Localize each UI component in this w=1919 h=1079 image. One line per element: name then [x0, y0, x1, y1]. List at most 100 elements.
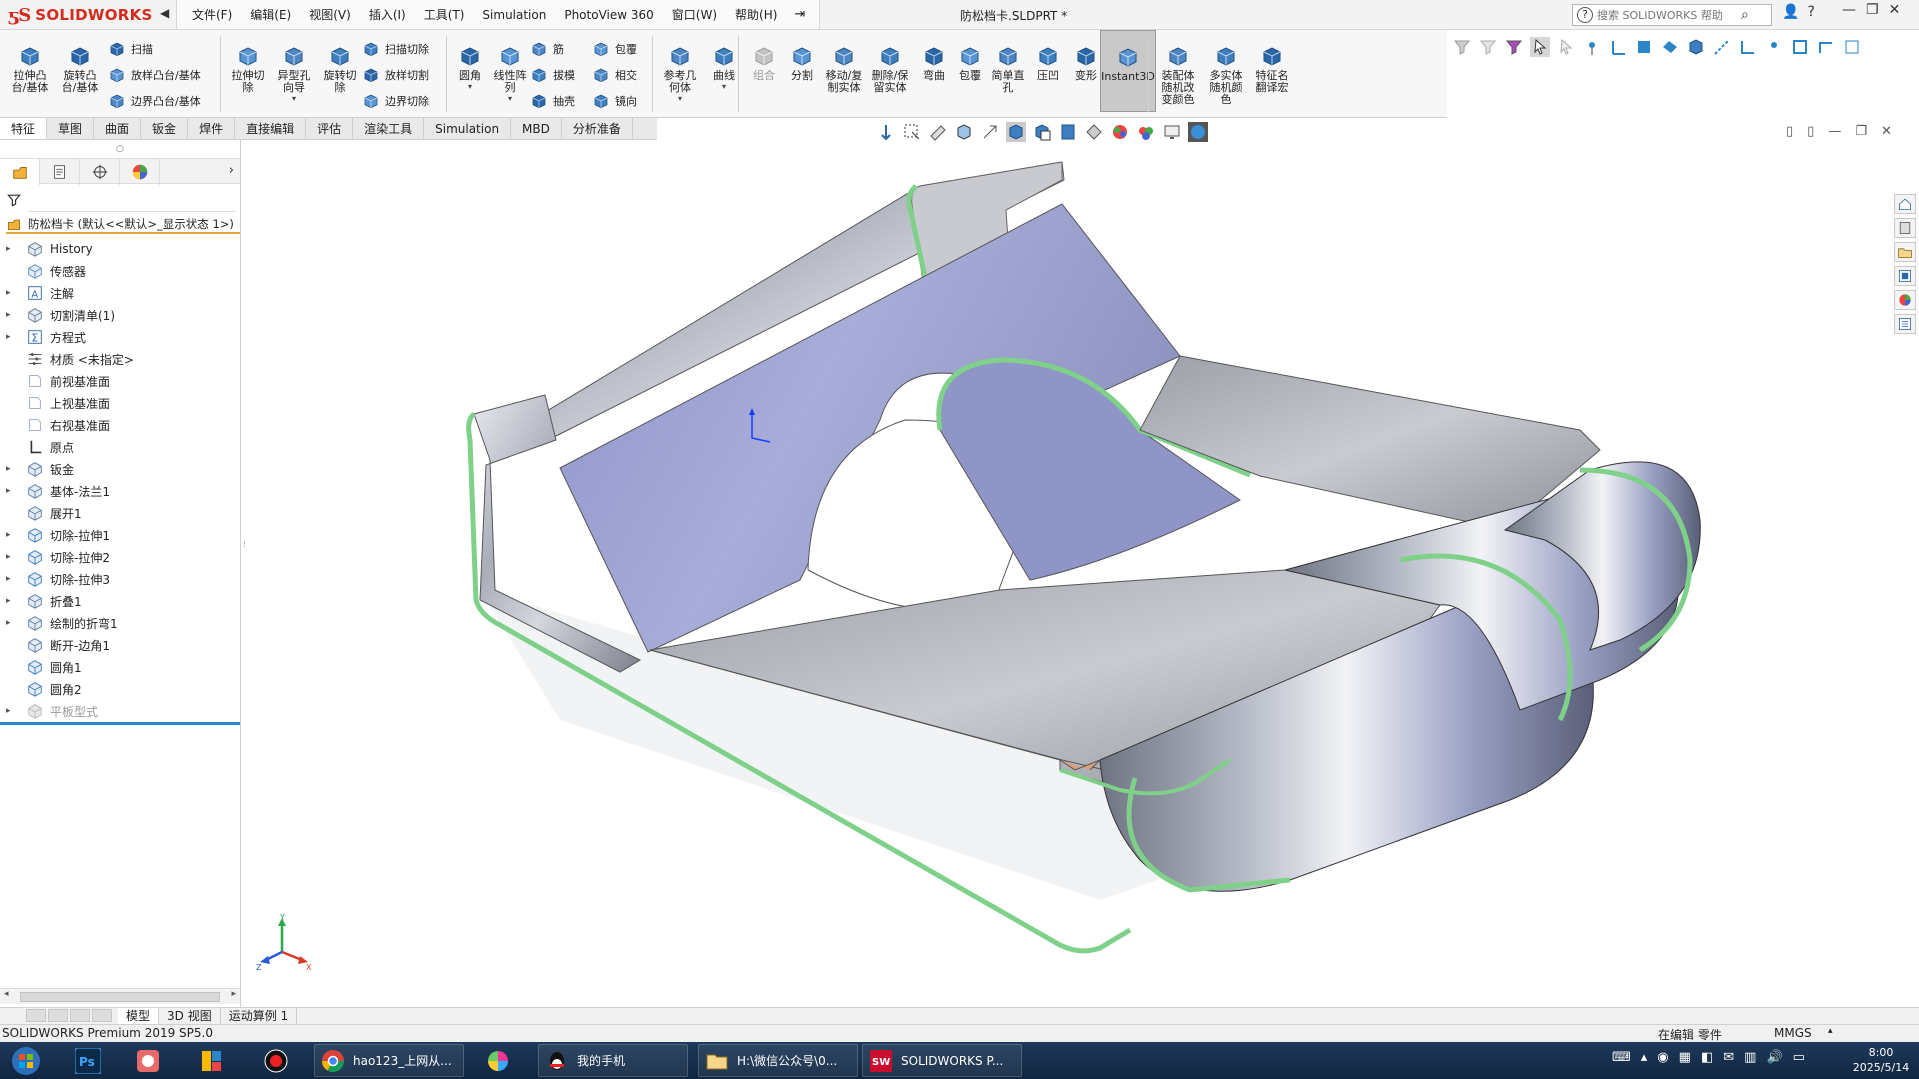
- wechat-icon[interactable]: ✉: [1723, 1050, 1734, 1065]
- tab-configuration-manager[interactable]: [80, 159, 120, 185]
- axis-icon[interactable]: [1608, 37, 1628, 57]
- feature-name-macro-button[interactable]: 特征名 翻译宏: [1250, 30, 1294, 112]
- tab-2[interactable]: 曲面: [94, 118, 142, 139]
- tab-4[interactable]: 焊件: [188, 118, 236, 139]
- delete-keep-body-button[interactable]: 删除/保 留实体: [868, 30, 912, 112]
- extruded-boss-button[interactable]: 拉伸凸 台/基体: [8, 30, 52, 112]
- dropdown-arrow-icon[interactable]: ▾: [678, 94, 682, 103]
- tab-10[interactable]: 分析准备: [562, 118, 633, 139]
- units-selector[interactable]: MMGS: [1774, 1026, 1812, 1040]
- dropdown-arrow-icon[interactable]: ▾: [292, 94, 296, 103]
- tab-3[interactable]: 钣金: [141, 118, 189, 139]
- tab-property-manager[interactable]: [40, 159, 80, 185]
- filter-tree-icon[interactable]: [6, 192, 22, 212]
- tree-node[interactable]: 圆角2: [0, 678, 240, 700]
- multibody-random-color-button[interactable]: 多实体 随机颜 色: [1204, 30, 1248, 112]
- point-icon[interactable]: [1764, 37, 1784, 57]
- tree-node[interactable]: 圆角1: [0, 656, 240, 678]
- zoom-area-icon[interactable]: [902, 122, 922, 142]
- part-model[interactable]: [466, 161, 1701, 954]
- expand-arrow-icon[interactable]: ▸: [6, 464, 16, 474]
- curves-button[interactable]: 曲线 ▾: [702, 30, 746, 112]
- cube-view-icon[interactable]: [1686, 37, 1706, 57]
- units-arrow-icon[interactable]: ▴: [1828, 1026, 1833, 1036]
- taskbar-item[interactable]: H:\微信公众号\0...: [698, 1044, 858, 1077]
- pinwheel-app-icon[interactable]: [476, 1045, 520, 1076]
- tray-expand-icon[interactable]: ▴: [1641, 1050, 1648, 1065]
- filter-faces-icon[interactable]: [1478, 37, 1498, 57]
- rib-button[interactable]: 筋: [530, 38, 564, 60]
- split-button[interactable]: 分割: [780, 30, 824, 112]
- menu-3[interactable]: 插入(I): [360, 0, 415, 30]
- edit-appearance-icon[interactable]: [1084, 122, 1104, 142]
- revolved-cut-button[interactable]: 旋转切 除: [318, 30, 362, 112]
- move-copy-body-button[interactable]: 移动/复 制实体: [822, 30, 866, 112]
- tab-navigation[interactable]: [26, 1008, 118, 1024]
- menu-6[interactable]: PhotoView 360: [555, 0, 662, 30]
- tree-node[interactable]: ▸ 切除-拉伸1: [0, 524, 240, 546]
- tree-node[interactable]: ▸ 基体-法兰1: [0, 480, 240, 502]
- tab-9[interactable]: MBD: [511, 118, 562, 139]
- relations-icon[interactable]: [1790, 37, 1810, 57]
- expand-arrow-icon[interactable]: ▸: [6, 596, 16, 606]
- screen-recorder-icon[interactable]: [254, 1045, 298, 1076]
- filter-icon[interactable]: [1452, 37, 1472, 57]
- filter-color-icon[interactable]: [1504, 37, 1524, 57]
- appearances-icon[interactable]: [1894, 290, 1916, 310]
- swept-cut-button[interactable]: 扫描切除: [362, 38, 429, 60]
- tree-node[interactable]: ▸ 平板型式: [0, 700, 240, 722]
- scene-icon[interactable]: [1136, 122, 1156, 142]
- horizontal-scrollbar[interactable]: ◂ ▸: [0, 988, 240, 1004]
- viewport-minimize-icon[interactable]: —: [1828, 124, 1841, 139]
- photoshop-icon[interactable]: Ps: [66, 1045, 110, 1076]
- tab-1[interactable]: 草图: [47, 118, 95, 139]
- part-root-node[interactable]: 防松档卡 (默认<<默认>_显示状态 1>): [6, 216, 240, 234]
- grid-icon[interactable]: [1842, 37, 1862, 57]
- realview-icon[interactable]: [1188, 122, 1208, 142]
- minimize-icon[interactable]: —: [1842, 2, 1856, 18]
- expand-arrow-icon[interactable]: ▸: [6, 618, 16, 628]
- measure-icon[interactable]: [1738, 37, 1758, 57]
- tree-node[interactable]: ▸ 切除-拉伸3: [0, 568, 240, 590]
- notification-icon[interactable]: ▭: [1793, 1050, 1805, 1065]
- expand-arrow-icon[interactable]: ▸: [6, 574, 16, 584]
- loft-button[interactable]: 放样凸台/基体: [108, 64, 201, 86]
- line-tool-icon[interactable]: [1712, 37, 1732, 57]
- previous-view-icon[interactable]: [928, 122, 948, 142]
- simple-hole-button[interactable]: 简单直 孔: [986, 30, 1030, 112]
- tree-node[interactable]: 右视基准面: [0, 414, 240, 436]
- menu-collapse-icon[interactable]: ◀: [160, 6, 169, 20]
- tray-app2-icon[interactable]: ▦: [1679, 1050, 1691, 1065]
- toggle-icon[interactable]: [1816, 37, 1836, 57]
- viewport-close-icon[interactable]: ✕: [1881, 124, 1892, 139]
- expand-arrow-icon[interactable]: ▸: [6, 706, 16, 716]
- boundary-boss-button[interactable]: 边界凸台/基体: [108, 90, 201, 112]
- expand-arrow-icon[interactable]: ▸: [6, 552, 16, 562]
- shell-button[interactable]: 抽壳: [530, 90, 575, 112]
- tree-node[interactable]: 材质 <未指定>: [0, 348, 240, 370]
- lofted-cut-button[interactable]: 放样切割: [362, 64, 429, 86]
- fillet-button[interactable]: 圆角 ▾: [448, 30, 492, 112]
- chevron-right-icon[interactable]: ›: [229, 163, 234, 178]
- extruded-cut-button[interactable]: 拉伸切 除: [226, 30, 270, 112]
- viewport-restore-icon[interactable]: ❐: [1855, 124, 1867, 139]
- section-view-icon[interactable]: [954, 122, 974, 142]
- hole-wizard-button[interactable]: 异型孔 向导 ▾: [272, 30, 316, 112]
- file-explorer-icon[interactable]: [1894, 242, 1916, 262]
- revolved-boss-button[interactable]: 旋转凸 台/基体: [58, 30, 102, 112]
- tree-node[interactable]: ▸ 切除-拉伸2: [0, 546, 240, 568]
- intersect-button[interactable]: 相交: [592, 64, 637, 86]
- close-icon[interactable]: ✕: [1889, 2, 1901, 18]
- tree-node[interactable]: ▸ 切割清单(1): [0, 304, 240, 326]
- draft-button[interactable]: 拔模: [530, 64, 575, 86]
- filter-input[interactable]: [28, 192, 236, 212]
- network-icon[interactable]: ▥: [1744, 1050, 1756, 1065]
- dropdown-arrow-icon[interactable]: ▾: [508, 94, 512, 103]
- restore-icon[interactable]: ❐: [1866, 2, 1879, 18]
- expand-arrow-icon[interactable]: ▸: [6, 332, 16, 342]
- expand-arrow-icon[interactable]: ▸: [6, 530, 16, 540]
- apply-scene-icon[interactable]: [1110, 122, 1130, 142]
- pin-menu-icon[interactable]: ⇥: [786, 0, 813, 30]
- media-player-icon[interactable]: [126, 1045, 170, 1076]
- tab-5[interactable]: 直接编辑: [235, 118, 307, 139]
